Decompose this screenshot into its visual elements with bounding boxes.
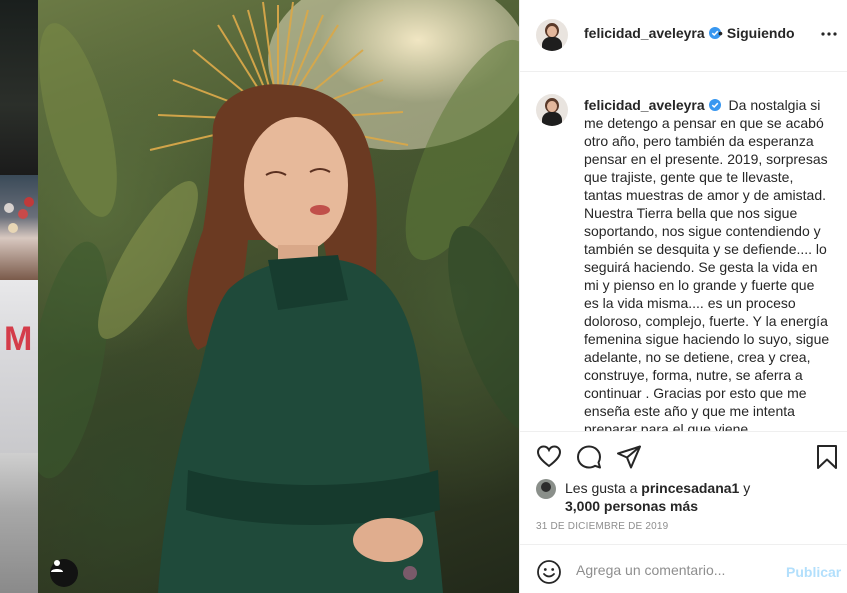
share-button[interactable] (616, 444, 642, 470)
strip-image-flowers (0, 175, 38, 280)
likes-count[interactable]: 3,000 personas más (565, 497, 698, 515)
caption-username[interactable]: felicidad_aveleyra (584, 97, 721, 113)
caption-area[interactable]: felicidad_aveleyra Da nostalgia si me de… (520, 72, 847, 431)
caption-username-text[interactable]: felicidad_aveleyra (584, 97, 705, 113)
caption-body: Da nostalgia si me detengo a pensar en q… (584, 97, 830, 431)
post-details-panel: felicidad_aveleyra • Siguiendo felicidad_… (519, 0, 847, 593)
likes-conjunction: y (743, 480, 751, 496)
like-button[interactable] (536, 444, 562, 470)
verified-badge-icon (708, 99, 721, 111)
bookmark-icon (817, 445, 837, 469)
follow-status[interactable]: • Siguiendo (718, 25, 795, 41)
author-username[interactable]: felicidad_aveleyra (584, 25, 721, 41)
comment-button[interactable] (576, 444, 602, 470)
post-caption: felicidad_aveleyra Da nostalgia si me de… (584, 96, 832, 431)
follow-status-label[interactable]: Siguiendo (727, 25, 795, 41)
post-date[interactable]: 31 DE DICIEMBRE DE 2019 (536, 521, 668, 532)
post-header: felicidad_aveleyra • Siguiendo (520, 0, 847, 72)
author-username-text[interactable]: felicidad_aveleyra (584, 25, 705, 41)
send-icon (617, 445, 641, 469)
previous-post-strip[interactable]: M (0, 0, 38, 593)
more-options-button[interactable] (818, 24, 840, 44)
user-icon (51, 560, 63, 572)
follow-dot: • (718, 25, 723, 41)
likes-summary[interactable]: Les gusta a princesadana1 y 3,000 person… (536, 476, 836, 516)
strip-image-bottom (0, 453, 38, 593)
emoji-button[interactable] (536, 559, 562, 585)
caption-author-avatar[interactable] (536, 94, 568, 126)
publish-comment-button[interactable]: Publicar (786, 564, 841, 580)
tagged-people-button[interactable] (50, 559, 78, 587)
save-button[interactable] (814, 444, 840, 470)
heart-icon (536, 445, 562, 468)
more-horizontal-icon (821, 32, 837, 36)
action-bar (520, 431, 847, 481)
likes-prefix: Les gusta a (565, 480, 638, 496)
comment-icon (577, 445, 601, 469)
comment-input[interactable] (576, 559, 776, 581)
likes-line-1: Les gusta a princesadana1 y (565, 479, 750, 497)
emoji-icon (537, 560, 561, 584)
strip-image-tv-logo: M (0, 280, 38, 453)
tv-logo-letter: M (4, 320, 33, 358)
liker-username[interactable]: princesadana1 (641, 480, 739, 496)
author-avatar[interactable] (536, 19, 568, 51)
comment-bar: Publicar (520, 544, 847, 593)
post-photo-illustration (38, 0, 519, 593)
liker-avatar[interactable] (536, 479, 556, 499)
post-photo[interactable] (38, 0, 519, 593)
strip-image-top (0, 0, 38, 175)
